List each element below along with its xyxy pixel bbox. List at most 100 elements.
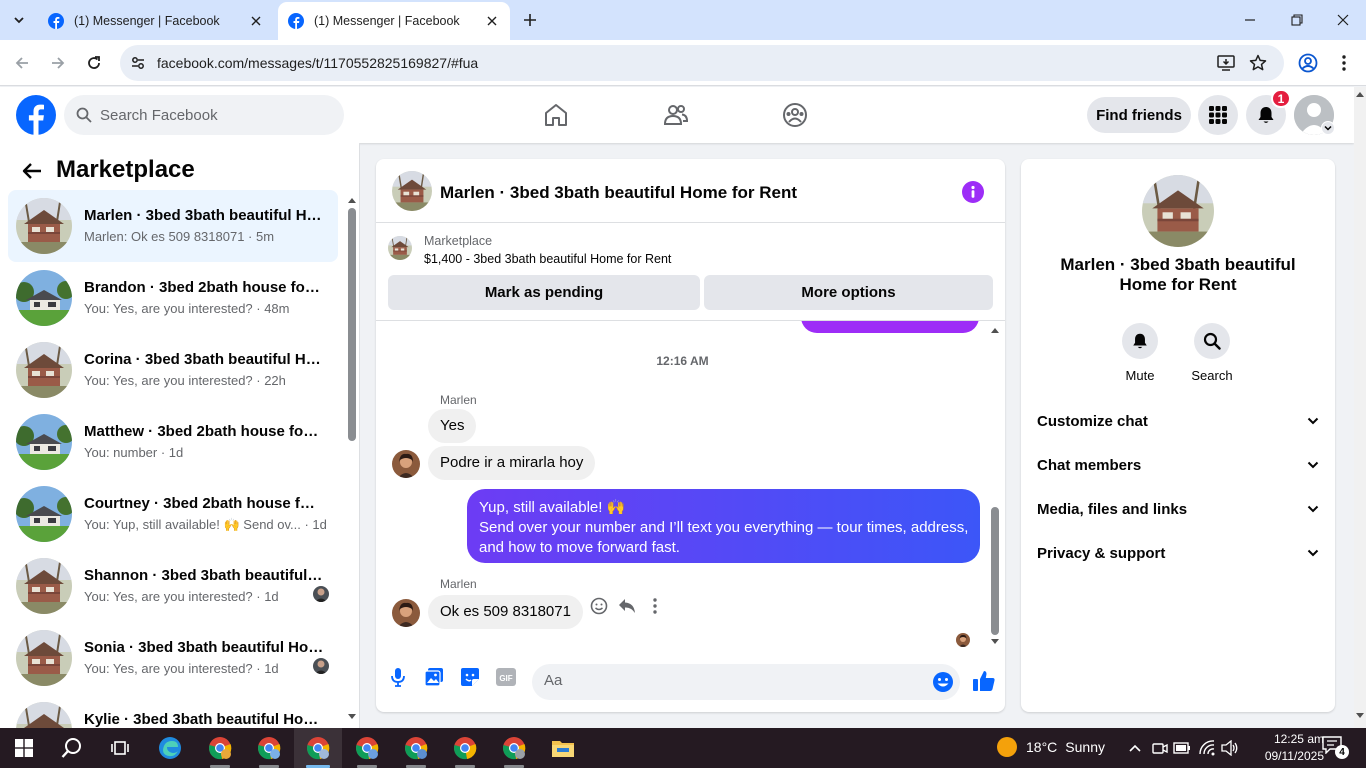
message-input-wrapper[interactable] [532, 664, 960, 700]
meet-icon[interactable] [1150, 738, 1170, 758]
chrome-icon [355, 736, 379, 760]
task-view-button[interactable] [96, 728, 144, 768]
incoming-message-bubble[interactable]: Yes [428, 409, 477, 443]
battery-icon[interactable] [1172, 738, 1192, 758]
conversation-item[interactable]: Corina · 3bed 3bath beautiful Home for R… [8, 334, 338, 406]
taskbar-chrome[interactable] [196, 728, 244, 768]
taskbar-edge[interactable] [146, 728, 194, 768]
chat-members-section[interactable]: Chat members [1029, 443, 1327, 487]
close-window-button[interactable] [1330, 8, 1356, 32]
minimize-button[interactable] [1237, 8, 1263, 32]
conversation-item[interactable]: Shannon · 3bed 3bath beautiful Home for … [8, 550, 338, 622]
info-avatar[interactable] [1142, 175, 1214, 247]
forward-button[interactable] [46, 51, 70, 75]
chat-title[interactable]: Marlen · 3bed 3bath beautiful Home for R… [440, 183, 797, 203]
find-friends-button[interactable]: Find friends [1087, 97, 1191, 133]
conversation-item[interactable]: Matthew · 3bed 2bath house for Rent You: … [8, 406, 338, 478]
mark-as-pending-button[interactable]: Mark as pending [388, 275, 700, 310]
chevron-up-icon[interactable] [1125, 738, 1145, 758]
sender-avatar[interactable] [392, 450, 420, 478]
microphone-icon[interactable] [386, 665, 410, 689]
gif-icon[interactable]: GIF [494, 665, 518, 689]
taskbar-file-explorer[interactable] [539, 728, 587, 768]
taskbar-chrome[interactable] [343, 728, 391, 768]
listing-thumbnail[interactable] [388, 236, 412, 260]
install-app-icon[interactable] [1216, 53, 1236, 73]
profile-button[interactable] [1296, 51, 1320, 75]
search-input[interactable] [100, 106, 320, 124]
sender-avatar[interactable] [392, 599, 420, 627]
account-chevron-icon[interactable] [1321, 121, 1335, 135]
taskbar-chrome[interactable] [392, 728, 440, 768]
customize-chat-section[interactable]: Customize chat [1029, 399, 1327, 443]
mute-button[interactable]: Mute [1110, 323, 1170, 383]
arrow-right-icon [50, 55, 66, 71]
chat-scrollbar[interactable] [989, 321, 1001, 651]
page-scrollbar[interactable] [1354, 87, 1366, 728]
url-field[interactable]: facebook.com/messages/t/1170552825169827… [120, 45, 1284, 81]
scrollbar-thumb[interactable] [991, 507, 999, 635]
notification-badge: 1 [1271, 89, 1291, 108]
nav-groups[interactable] [777, 97, 813, 133]
conversation-item[interactable]: Sonia · 3bed 3bath beautiful Home for Re… [8, 622, 338, 694]
close-tab-icon[interactable] [248, 13, 264, 29]
thumbs-up-icon[interactable] [972, 669, 996, 693]
browser-menu-button[interactable] [1332, 51, 1356, 75]
site-settings-icon[interactable] [128, 53, 148, 73]
conversation-avatar [16, 630, 72, 686]
scrollbar-thumb[interactable] [348, 208, 356, 441]
conversation-item[interactable]: Courtney · 3bed 2bath house for Rent You:… [8, 478, 338, 550]
outgoing-message-bubble[interactable]: Yup, still available! 🙌 Send over your n… [467, 489, 980, 563]
section-label: Chat members [1037, 456, 1142, 474]
listing-title[interactable]: $1,400 - 3bed 3bath beautiful Home for R… [424, 252, 671, 266]
weather-widget[interactable]: 18°C Sunny [996, 736, 1105, 758]
windows-logo-icon [15, 739, 33, 757]
browser-tab[interactable]: (1) Messenger | Facebook [38, 2, 274, 40]
conversation-preview: You: number · 1d [84, 445, 184, 460]
wifi-icon[interactable] [1197, 738, 1217, 758]
notification-center-button[interactable]: 4 [1322, 736, 1349, 760]
browser-tab-active[interactable]: (1) Messenger | Facebook [278, 2, 510, 40]
taskbar-chrome-active[interactable] [294, 728, 342, 768]
volume-icon[interactable] [1220, 738, 1240, 758]
incoming-message-bubble[interactable]: Podre ir a mirarla hoy [428, 446, 596, 480]
facebook-logo-icon[interactable] [16, 95, 56, 135]
emoji-icon[interactable] [932, 671, 954, 693]
search-in-chat-button[interactable]: Search [1182, 323, 1242, 383]
restore-button[interactable] [1284, 8, 1310, 32]
taskbar-chrome[interactable] [441, 728, 489, 768]
more-vertical-icon[interactable] [644, 595, 666, 617]
bookmark-star-icon[interactable] [1248, 53, 1268, 73]
taskbar-chrome[interactable] [490, 728, 538, 768]
taskbar-chrome[interactable] [245, 728, 293, 768]
system-clock[interactable]: 12:25 am 09/11/2025 [1260, 731, 1324, 765]
react-smiley-icon[interactable] [588, 595, 610, 617]
nav-friends[interactable] [658, 97, 694, 133]
conversation-item[interactable]: Kylie · 3bed 3bath beautiful Home for Re… [8, 694, 338, 728]
more-options-button[interactable]: More options [704, 275, 993, 310]
message-input[interactable] [544, 672, 914, 689]
nav-home[interactable] [538, 97, 574, 133]
outgoing-message-bubble[interactable] [801, 321, 979, 333]
close-tab-icon[interactable] [484, 13, 500, 29]
info-icon[interactable] [962, 181, 984, 203]
sticker-icon[interactable] [458, 665, 482, 689]
reply-icon[interactable] [616, 595, 638, 617]
back-button[interactable] [20, 159, 44, 183]
taskbar-search-button[interactable] [48, 728, 96, 768]
facebook-search-box[interactable] [64, 95, 344, 135]
chat-avatar[interactable] [392, 171, 432, 211]
menu-button[interactable] [1198, 95, 1238, 135]
conversation-item[interactable]: Brandon · 3bed 2bath house for Rent You: … [8, 262, 338, 334]
photo-icon[interactable] [422, 665, 446, 689]
tab-search-button[interactable] [6, 8, 32, 32]
start-button[interactable] [0, 728, 48, 768]
media-files-links-section[interactable]: Media, files and links [1029, 487, 1327, 531]
incoming-message-bubble[interactable]: Ok es 509 8318071 [428, 595, 583, 629]
privacy-support-section[interactable]: Privacy & support [1029, 531, 1327, 575]
conversation-item[interactable]: Marlen · 3bed 3bath beautiful Home for R… [8, 190, 338, 262]
sidebar-scrollbar[interactable] [346, 195, 358, 725]
new-tab-button[interactable] [518, 9, 542, 31]
reload-button[interactable] [82, 51, 106, 75]
back-button[interactable] [10, 51, 34, 75]
